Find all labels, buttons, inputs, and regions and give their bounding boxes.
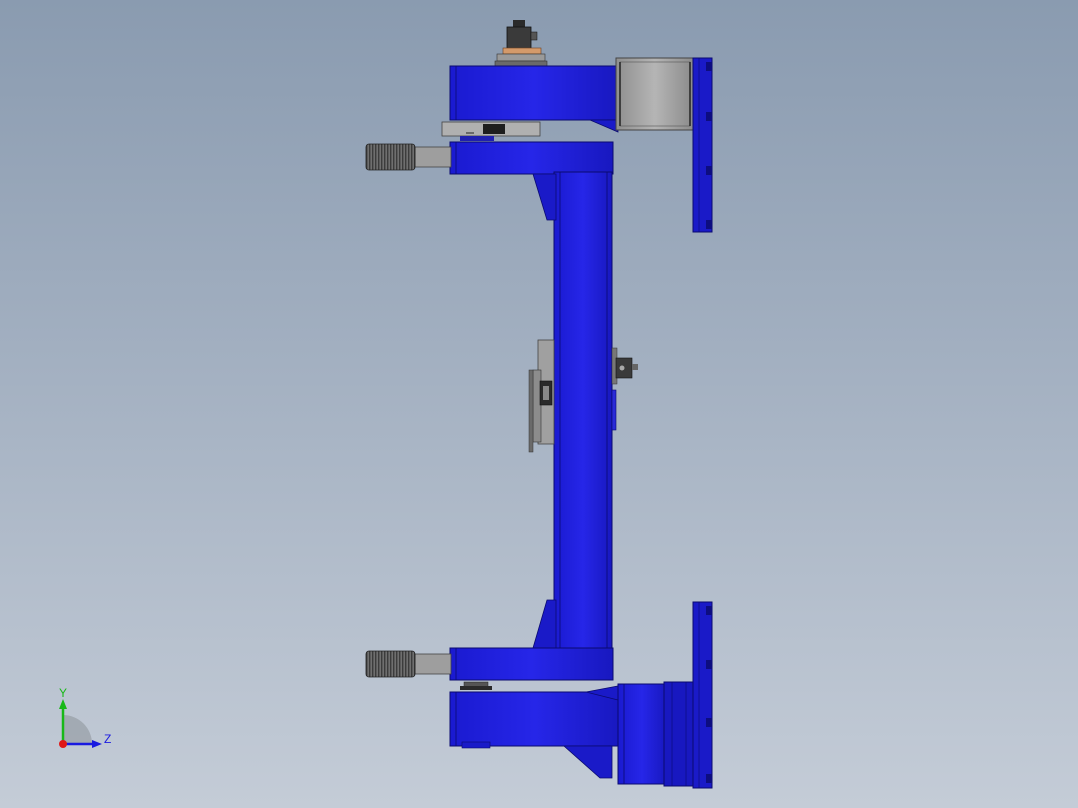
bottom-arm[interactable] [365,647,614,681]
x-axis-dot-icon [59,740,67,748]
bottom-motor-housing[interactable] [617,681,695,787]
z-axis-label: Z [104,732,111,746]
bottom-mounting-plate[interactable] [692,601,713,789]
y-axis-label: Y [59,686,67,700]
top-mounting-plate[interactable] [692,57,713,233]
bottom-pulley[interactable] [460,681,492,690]
top-motor[interactable] [494,20,548,68]
top-bearing-housing[interactable] [615,57,695,131]
triad-plane-icon [63,715,92,744]
axis-triad: Y Z [59,686,111,748]
top-clamp-bracket[interactable] [441,121,541,141]
fixture-model[interactable] [0,0,1078,808]
cad-viewport[interactable]: Y Z [0,0,1078,808]
proximity-sensor[interactable] [611,347,638,385]
bottom-head-housing[interactable] [449,685,621,779]
top-arm[interactable] [365,141,614,175]
